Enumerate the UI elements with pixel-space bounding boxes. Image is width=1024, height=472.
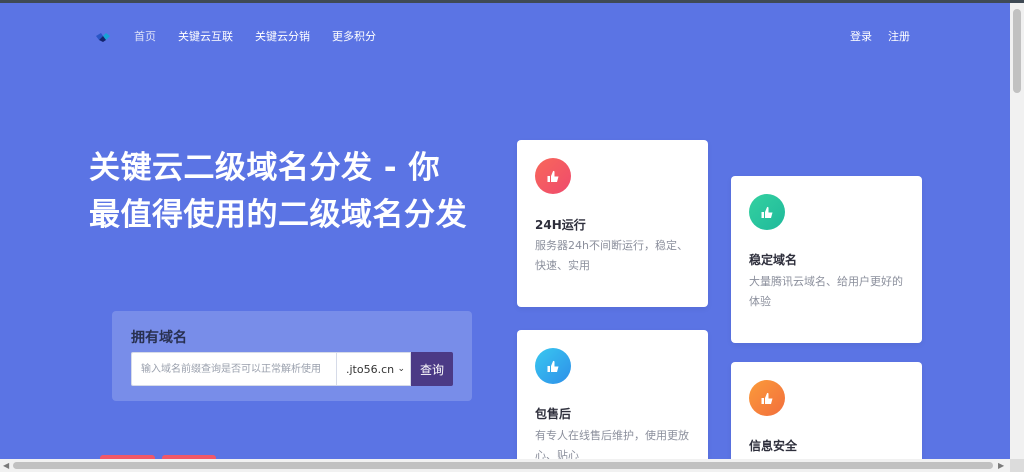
login-link[interactable]: 登录 bbox=[850, 30, 872, 44]
feature-card-24h: 24H运行 服务器24h不间断运行，稳定、快速、实用 bbox=[517, 140, 708, 307]
feature-card-stable-domain: 稳定域名 大量腾讯云域名、给用户更好的体验 bbox=[731, 176, 922, 343]
feature-title: 信息安全 bbox=[749, 439, 798, 453]
vertical-scrollbar-thumb[interactable] bbox=[1013, 9, 1021, 93]
hero-title: 关键云二级域名分发 - 你最值得使用的二级域名分发 bbox=[89, 150, 467, 233]
nav-hujian-distribution[interactable]: 关键云分销 bbox=[255, 30, 310, 44]
domain-prefix-input[interactable] bbox=[131, 352, 336, 386]
feature-desc: 大量腾讯云域名、给用户更好的体验 bbox=[749, 275, 903, 308]
scrollbar-corner bbox=[1010, 459, 1024, 472]
feature-title: 稳定域名 bbox=[749, 253, 798, 267]
domain-search-panel: 拥有域名 .jto56.cn ⌄ 查询 bbox=[112, 311, 472, 401]
thumb-up-icon bbox=[749, 380, 785, 416]
feature-title: 24H运行 bbox=[535, 218, 586, 232]
page: 首页 关键云互联 关键云分销 更多积分 登录 注册 关键云二级域名分发 - 你最… bbox=[0, 3, 1010, 459]
vertical-scrollbar[interactable] bbox=[1010, 3, 1024, 459]
nav-more-points[interactable]: 更多积分 bbox=[332, 30, 376, 44]
main-nav: 首页 关键云互联 关键云分销 更多积分 bbox=[134, 30, 398, 44]
domain-search-label: 拥有域名 bbox=[131, 330, 187, 346]
thumb-up-icon bbox=[749, 194, 785, 230]
feature-title: 包售后 bbox=[535, 407, 572, 421]
feature-card-after-sales: 包售后 有专人在线售后维护，使用更放心、贴心 bbox=[517, 330, 708, 459]
feature-card-info-security: 信息安全 bbox=[731, 362, 922, 459]
horizontal-scrollbar[interactable]: ◀ ▶ bbox=[0, 459, 1010, 472]
thumb-up-icon bbox=[535, 158, 571, 194]
nav-hujian-interconnect[interactable]: 关键云互联 bbox=[178, 30, 233, 44]
thumb-up-icon bbox=[535, 348, 571, 384]
domain-suffix-value: .jto56.cn bbox=[346, 362, 395, 376]
horizontal-scrollbar-thumb[interactable] bbox=[13, 462, 993, 469]
nav-home[interactable]: 首页 bbox=[134, 30, 156, 44]
query-button[interactable]: 查询 bbox=[411, 352, 453, 386]
scroll-right-arrow-icon[interactable]: ▶ bbox=[998, 461, 1004, 470]
logo-icon[interactable] bbox=[95, 29, 111, 43]
domain-search-row: .jto56.cn ⌄ 查询 bbox=[131, 352, 453, 386]
scroll-left-arrow-icon[interactable]: ◀ bbox=[3, 461, 9, 470]
auth-links: 登录 注册 bbox=[850, 30, 910, 44]
feature-desc: 服务器24h不间断运行，稳定、快速、实用 bbox=[535, 239, 688, 272]
chevron-down-icon: ⌄ bbox=[397, 364, 405, 374]
register-link[interactable]: 注册 bbox=[888, 30, 910, 44]
feature-desc: 有专人在线售后维护，使用更放心、贴心 bbox=[535, 429, 689, 459]
domain-suffix-select[interactable]: .jto56.cn ⌄ bbox=[336, 352, 411, 386]
